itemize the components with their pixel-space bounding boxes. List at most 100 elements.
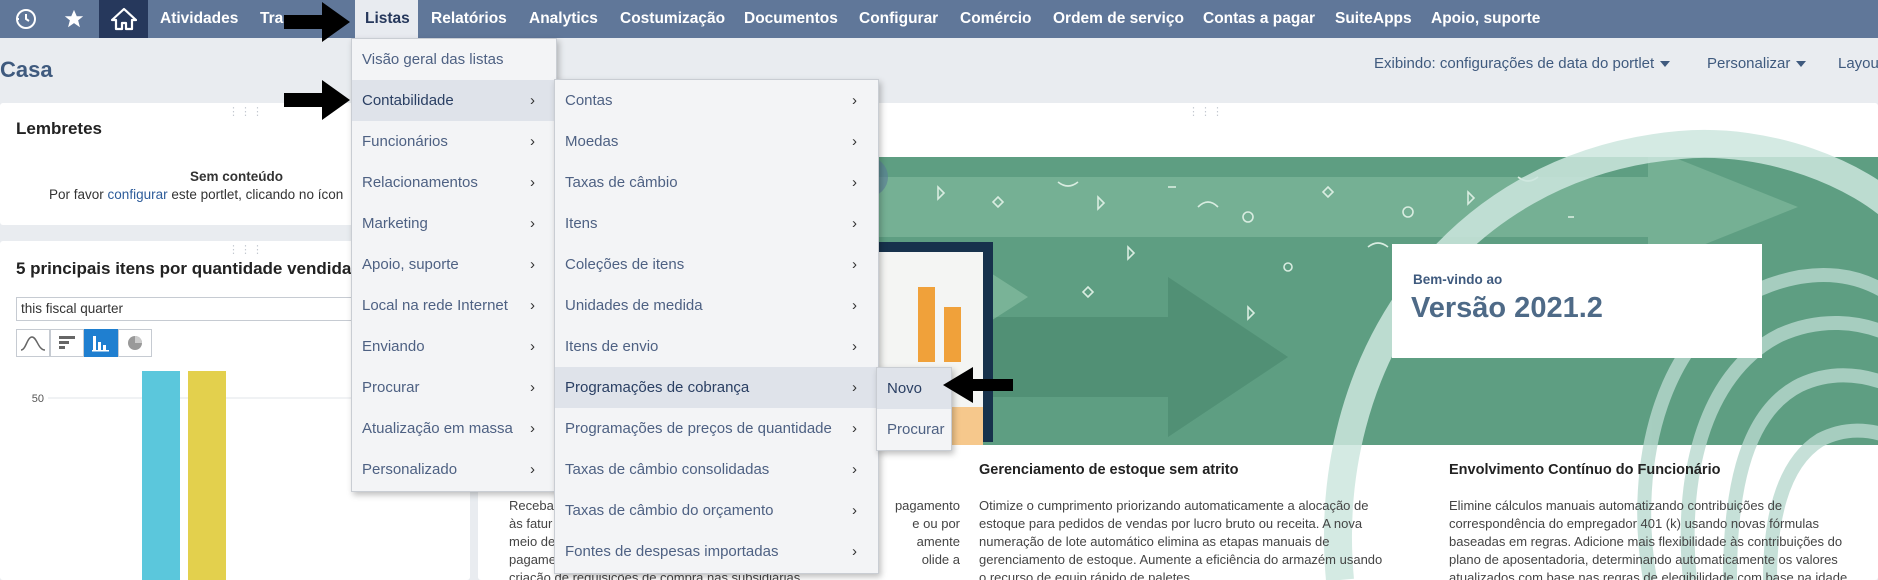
pie-chart-icon[interactable] — [118, 329, 152, 357]
menu-item-fontes-de-despesas[interactable]: Fontes de despesas importadas › — [555, 531, 878, 572]
empty-prefix: Por favor — [49, 187, 104, 202]
menu-item-label: Unidades de medida — [565, 297, 703, 314]
feature-line: e ou por — [912, 516, 960, 531]
menu-item-taxas-de-cambio[interactable]: Taxas de câmbio › — [555, 162, 878, 203]
chevron-down-icon — [1660, 61, 1671, 68]
menu-item-unidades-de-medida[interactable]: Unidades de medida › — [555, 285, 878, 326]
nav-costumizacao[interactable]: Costumização — [610, 0, 735, 38]
menu-item-programacoes-de-cobranca[interactable]: Programações de cobrança › — [555, 367, 878, 408]
menu-item-label: Relacionamentos — [362, 174, 478, 191]
billing-schedules-submenu: Novo Procurar — [876, 367, 952, 451]
nav-atividades[interactable]: Atividades — [150, 0, 248, 38]
chevron-right-icon: › — [852, 338, 857, 355]
chart-bar[interactable] — [188, 371, 226, 580]
nav-listas[interactable]: Listas — [355, 0, 418, 38]
feature-line: o recurso de equip rápido de paletes. — [979, 570, 1194, 580]
period-select[interactable]: this fiscal quarter — [16, 297, 356, 321]
portlet-date-settings-dropdown[interactable]: Exibindo: configurações de data do portl… — [1374, 55, 1671, 72]
menu-item-label: Atualização em massa — [362, 420, 513, 437]
feature-line: correspondência do empregador 401 (k) us… — [1449, 516, 1819, 531]
menu-item-label: Moedas — [565, 133, 619, 150]
personalize-label: Personalizar — [1707, 55, 1791, 72]
nav-comercio[interactable]: Comércio — [950, 0, 1042, 38]
menu-item-contas[interactable]: Contas › — [555, 80, 878, 121]
feature-line: pagamento — [894, 498, 960, 513]
nav-documentos[interactable]: Documentos — [734, 0, 848, 38]
arrow-right-icon — [284, 80, 350, 120]
menu-item-label: Apoio, suporte — [362, 256, 459, 273]
nav-relatorios[interactable]: Relatórios — [421, 0, 517, 38]
menu-item-label: Taxas de câmbio do orçamento — [565, 502, 774, 519]
feature-title: Gerenciamento de estoque sem atrito — [979, 462, 1239, 478]
menu-item-procurar-cobranca[interactable]: Procurar — [877, 409, 951, 450]
nav-analytics[interactable]: Analytics — [519, 0, 608, 38]
menu-item-itens[interactable]: Itens › — [555, 203, 878, 244]
menu-item-taxas-do-orcamento[interactable]: Taxas de câmbio do orçamento › — [555, 490, 878, 531]
menu-item-atualizacao-em-massa[interactable]: Atualização em massa › — [352, 408, 556, 449]
nav-suiteapps[interactable]: SuiteApps — [1325, 0, 1422, 38]
menu-item-label: Marketing — [362, 215, 428, 232]
star-icon[interactable] — [54, 0, 94, 38]
chevron-right-icon: › — [852, 133, 857, 150]
menu-item-visao-geral[interactable]: Visão geral das listas — [352, 39, 556, 80]
chevron-right-icon: › — [530, 92, 535, 109]
recent-icon[interactable] — [6, 0, 46, 38]
home-icon[interactable] — [99, 0, 148, 38]
menu-item-taxas-consolidadas[interactable]: Taxas de câmbio consolidadas › — [555, 449, 878, 490]
chevron-right-icon: › — [530, 420, 535, 437]
chevron-right-icon: › — [530, 133, 535, 150]
menu-item-novo[interactable]: Novo — [877, 368, 951, 409]
layout-dropdown[interactable]: Layou — [1838, 55, 1878, 72]
menu-item-label: Contas — [565, 92, 613, 109]
nav-configurar[interactable]: Configurar — [849, 0, 948, 38]
chevron-right-icon: › — [852, 215, 857, 232]
menu-item-procurar[interactable]: Procurar › — [352, 367, 556, 408]
horizontal-bar-icon[interactable] — [50, 329, 84, 357]
nav-ordem-de-servico[interactable]: Ordem de serviço — [1043, 0, 1194, 38]
chevron-right-icon: › — [852, 543, 857, 560]
menu-item-moedas[interactable]: Moedas › — [555, 121, 878, 162]
drag-handle[interactable]: ⋮⋮⋮ — [1188, 105, 1224, 118]
menu-item-label: Programações de preços de quantidade — [565, 420, 832, 437]
line-chart-icon[interactable] — [16, 329, 50, 357]
chevron-right-icon: › — [852, 379, 857, 396]
menu-item-label: Enviando — [362, 338, 425, 355]
menu-item-marketing[interactable]: Marketing › — [352, 203, 556, 244]
menu-item-label: Taxas de câmbio — [565, 174, 678, 191]
chevron-right-icon: › — [852, 256, 857, 273]
menu-item-colecoes-de-itens[interactable]: Coleções de itens › — [555, 244, 878, 285]
menu-item-label: Programações de cobrança — [565, 379, 750, 396]
chevron-right-icon: › — [530, 174, 535, 191]
chevron-right-icon: › — [530, 461, 535, 478]
chevron-right-icon: › — [852, 92, 857, 109]
feature-line: olide a — [921, 552, 960, 567]
menu-item-funcionarios[interactable]: Funcionários › — [352, 121, 556, 162]
menu-item-label: Personalizado — [362, 461, 458, 478]
reminders-portlet: ⋮⋮⋮ Lembretes Sem conteúdo Por favor con… — [0, 103, 360, 225]
portlet-title: Lembretes — [16, 119, 102, 138]
chevron-right-icon: › — [852, 420, 857, 437]
feature-line: plano de aposentadoria, determinando aut… — [1449, 552, 1838, 567]
menu-item-label: Taxas de câmbio consolidadas — [565, 461, 770, 478]
arrow-left-icon — [943, 367, 1013, 403]
menu-item-apoio-suporte[interactable]: Apoio, suporte › — [352, 244, 556, 285]
nav-contas-a-pagar[interactable]: Contas a pagar — [1193, 0, 1325, 38]
menu-item-enviando[interactable]: Enviando › — [352, 326, 556, 367]
chevron-right-icon: › — [852, 297, 857, 314]
menu-item-relacionamentos[interactable]: Relacionamentos › — [352, 162, 556, 203]
nav-apoio-suporte[interactable]: Apoio, suporte — [1421, 0, 1550, 38]
chevron-down-icon — [1796, 61, 1807, 68]
personalize-dropdown[interactable]: Personalizar — [1707, 55, 1807, 72]
drag-handle[interactable]: ⋮⋮⋮ — [228, 243, 264, 256]
drag-handle[interactable]: ⋮⋮⋮ — [228, 105, 264, 118]
chart-type-toolbar — [16, 329, 152, 357]
chart-bar[interactable] — [142, 371, 180, 580]
column-chart-icon[interactable] — [84, 329, 118, 357]
menu-item-contabilidade[interactable]: Contabilidade › — [352, 80, 556, 121]
menu-item-local-na-rede[interactable]: Local na rede Internet › — [352, 285, 556, 326]
menu-item-label: Itens de envio — [565, 338, 659, 355]
menu-item-personalizado[interactable]: Personalizado › — [352, 449, 556, 490]
menu-item-programacoes-de-precos[interactable]: Programações de preços de quantidade › — [555, 408, 878, 449]
menu-item-itens-de-envio[interactable]: Itens de envio › — [555, 326, 878, 367]
configure-link[interactable]: configurar — [108, 187, 168, 202]
